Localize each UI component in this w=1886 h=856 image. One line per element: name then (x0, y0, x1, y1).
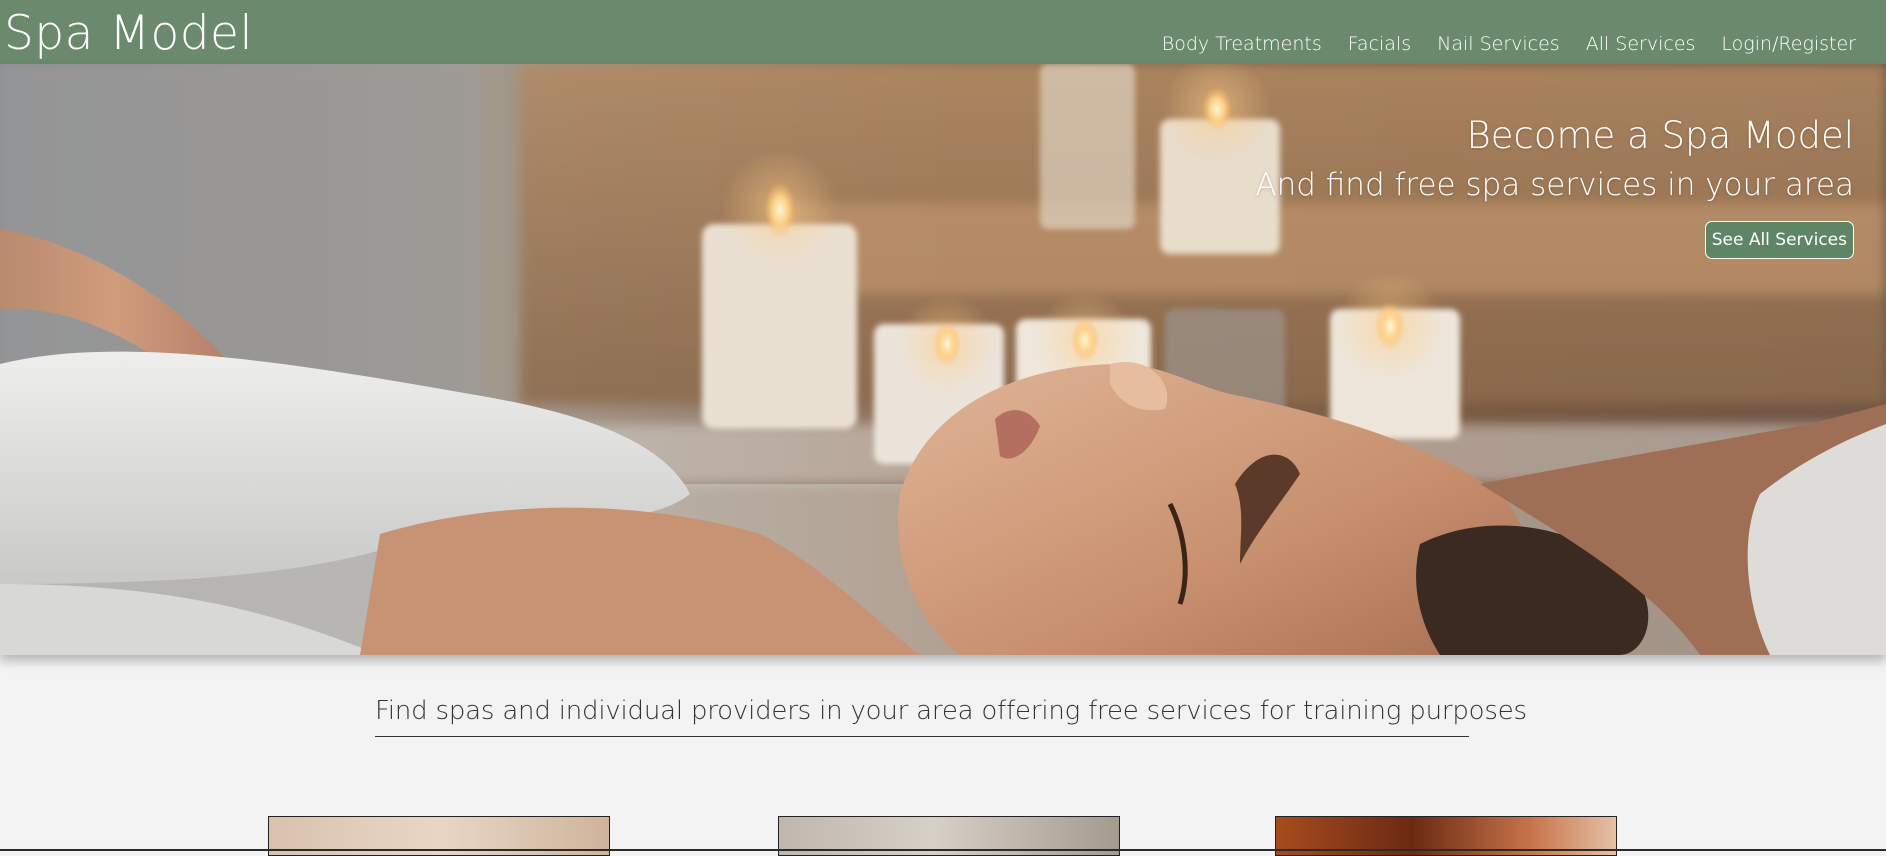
nav-facials[interactable]: Facials (1348, 33, 1411, 55)
tagline-text: Find spas and individual providers in yo… (375, 696, 1527, 726)
nav-nail-services[interactable]: Nail Services (1437, 33, 1560, 55)
site-header: Spa Model Body Treatments Facials Nail S… (0, 0, 1886, 64)
hero-copy: Become a Spa Model And find free spa ser… (1255, 114, 1854, 259)
hero-banner: Become a Spa Model And find free spa ser… (0, 64, 1886, 655)
hero-title: Become a Spa Model (1466, 114, 1854, 157)
nav-body-treatments[interactable]: Body Treatments (1162, 33, 1322, 55)
hero-subtitle: And find free spa services in your area (1255, 167, 1854, 203)
site-logo[interactable]: Spa Model (4, 6, 253, 61)
nav-login-register[interactable]: Login/Register (1721, 33, 1856, 55)
tagline-section: Find spas and individual providers in yo… (375, 696, 1527, 737)
see-all-services-button[interactable]: See All Services (1704, 221, 1854, 259)
main-nav: Body Treatments Facials Nail Services Al… (1162, 33, 1856, 55)
nav-all-services[interactable]: All Services (1586, 33, 1696, 55)
